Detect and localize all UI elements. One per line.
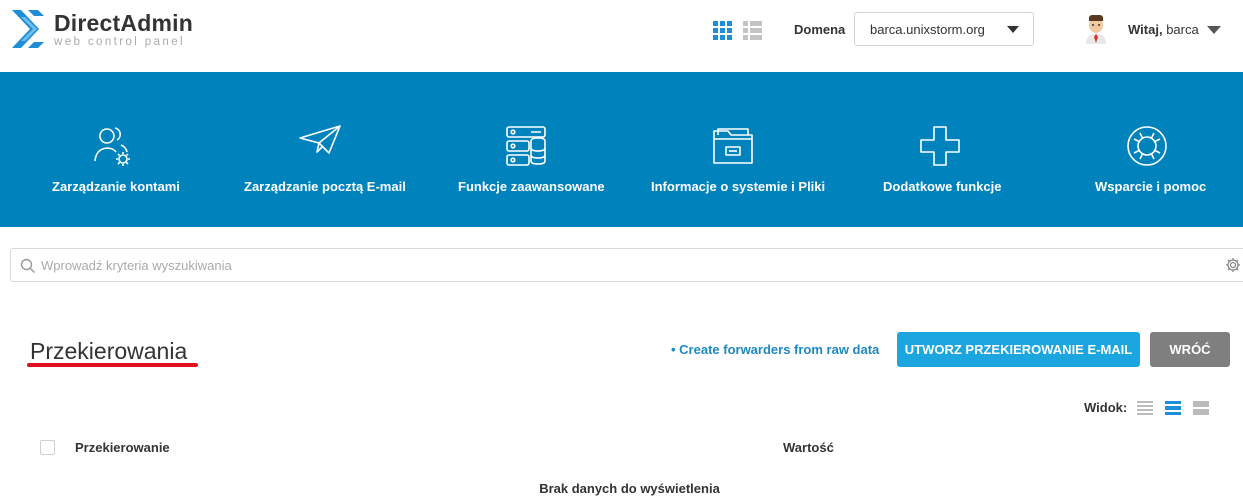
select-all-checkbox[interactable] xyxy=(40,440,55,455)
view-label: Widok: xyxy=(1084,400,1128,415)
search-input[interactable] xyxy=(41,249,1191,281)
user-menu-chevron-icon[interactable] xyxy=(1207,26,1221,34)
users-gear-icon xyxy=(94,127,130,166)
brand-title: DirectAdmin xyxy=(54,9,193,36)
back-button[interactable]: WRÓĆ xyxy=(1150,332,1230,367)
list-view-icon[interactable] xyxy=(743,21,762,40)
welcome-prefix: Witaj, xyxy=(1128,22,1163,37)
chevron-down-icon xyxy=(1007,26,1019,33)
compact-view-icon[interactable] xyxy=(1137,401,1153,415)
page-title: Przekierowania xyxy=(30,338,188,364)
nav-label-account-management: Zarządzanie kontami xyxy=(52,179,180,194)
plus-icon xyxy=(920,126,960,166)
welcome-text: Witaj, barca xyxy=(1128,22,1199,37)
column-header-forwarder[interactable]: Przekierowanie xyxy=(75,440,170,455)
brand-logo[interactable]: DirectAdmin web control panel xyxy=(10,8,193,50)
username: barca xyxy=(1166,22,1199,37)
search-bar xyxy=(10,248,1243,282)
nav-item-system-info-files[interactable]: Informacje o systemie i Pliki xyxy=(651,72,825,227)
nav-item-support-help[interactable]: Wsparcie i pomoc xyxy=(1095,72,1206,227)
nav-label-system-info-files: Informacje o systemie i Pliki xyxy=(651,179,826,194)
server-database-icon xyxy=(506,126,546,166)
search-icon xyxy=(20,258,35,273)
user-avatar-icon[interactable] xyxy=(1084,14,1108,44)
domain-select[interactable]: barca.unixstorm.org xyxy=(854,12,1034,46)
domain-label: Domena xyxy=(794,22,846,37)
nav-item-advanced-features[interactable]: Funkcje zaawansowane xyxy=(458,72,605,227)
empty-table-message: Brak danych do wyświetlenia xyxy=(539,481,720,496)
nav-label-email-management: Zarządzanie pocztą E-mail xyxy=(244,179,406,194)
nav-item-extra-features[interactable]: Dodatkowe funkcje xyxy=(883,72,1001,227)
main-navigation: Zarządzanie kontami Zarządzanie pocztą E… xyxy=(0,72,1243,227)
nav-label-advanced-features: Funkcje zaawansowane xyxy=(458,179,605,194)
directadmin-logo-icon xyxy=(12,10,44,48)
create-forwarders-raw-link[interactable]: • Create forwarders from raw data xyxy=(671,342,879,357)
folder-icon xyxy=(713,128,753,164)
normal-view-icon[interactable] xyxy=(1165,401,1181,415)
column-header-value[interactable]: Wartość xyxy=(783,440,834,455)
nav-label-extra-features: Dodatkowe funkcje xyxy=(883,179,1002,194)
nav-item-account-management[interactable]: Zarządzanie kontami xyxy=(52,72,180,227)
domain-select-value: barca.unixstorm.org xyxy=(870,21,985,37)
nav-item-email-management[interactable]: Zarządzanie pocztą E-mail xyxy=(244,72,406,227)
create-forwarder-button[interactable]: UTWORZ PRZEKIEROWANIE E-MAIL xyxy=(897,332,1140,367)
gear-icon[interactable] xyxy=(1225,257,1241,273)
nav-label-support-help: Wsparcie i pomoc xyxy=(1095,179,1207,194)
brand-subtitle: web control panel xyxy=(54,35,185,48)
large-view-icon[interactable] xyxy=(1193,401,1209,415)
paper-plane-icon xyxy=(299,125,341,154)
lifebuoy-icon xyxy=(1127,126,1167,166)
title-underline xyxy=(27,363,198,367)
grid-view-icon[interactable] xyxy=(713,21,732,40)
top-header: DirectAdmin web control panel Domena bar… xyxy=(0,0,1243,72)
